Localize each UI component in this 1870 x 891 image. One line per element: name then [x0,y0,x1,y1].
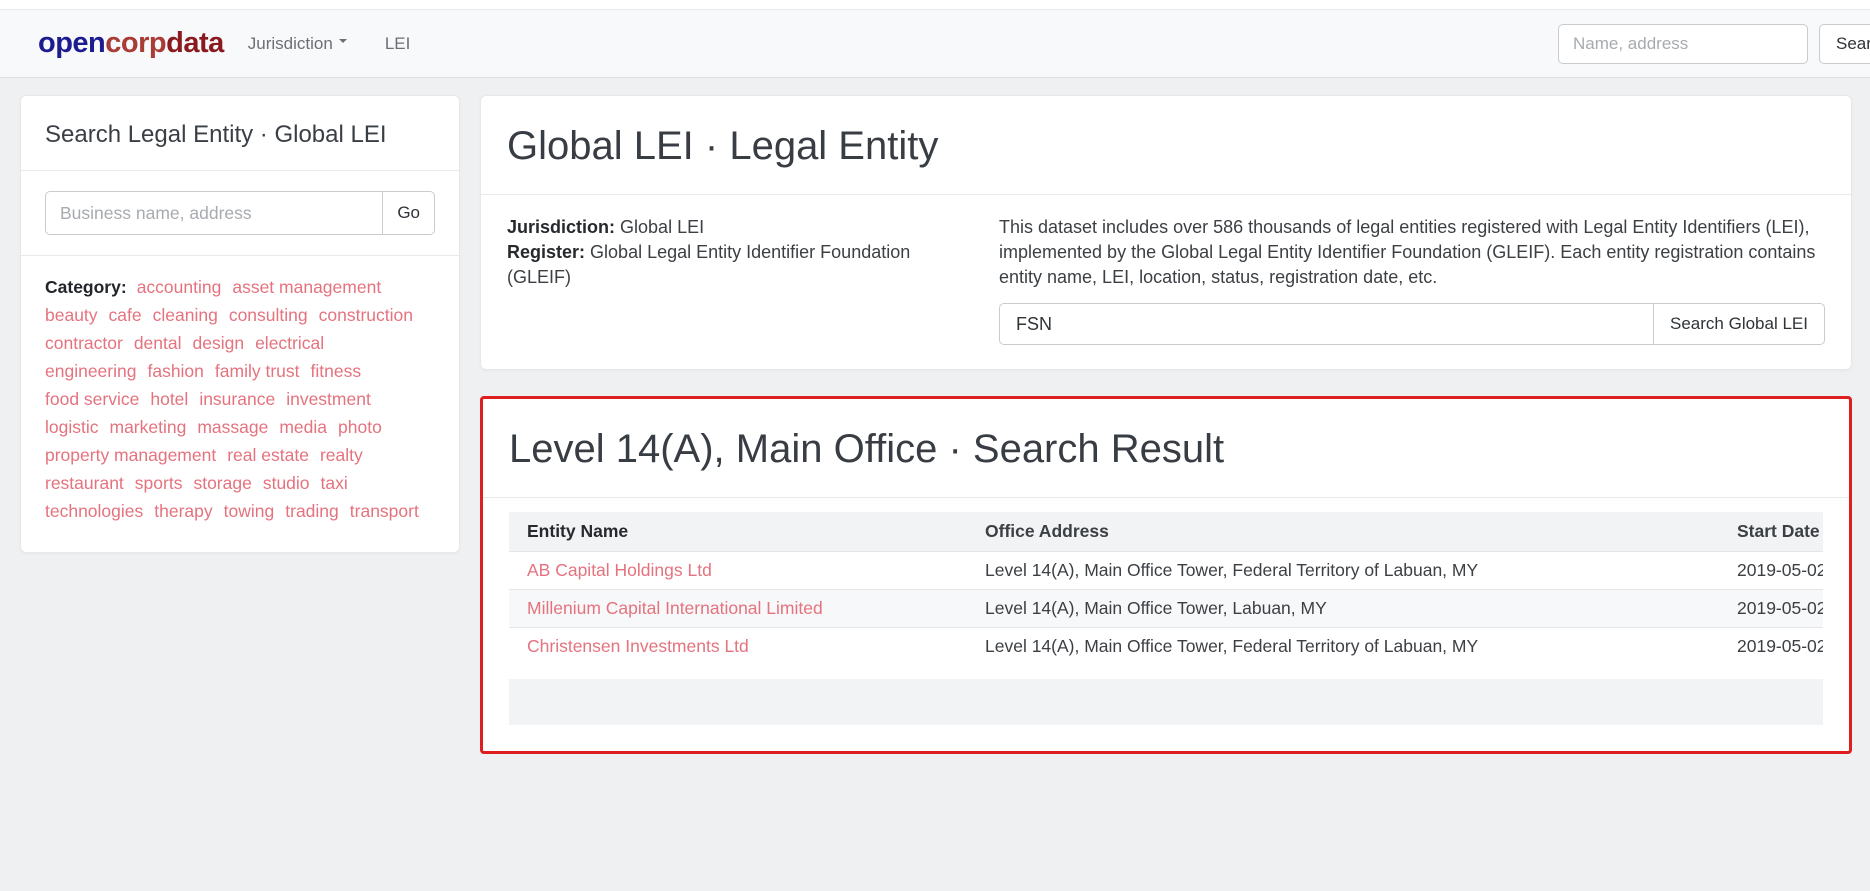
category-list: Category: accounting asset management beaut… [21,256,459,552]
category-link[interactable]: asset management [232,274,381,300]
search-global-lei-button[interactable]: Search Global LEI [1653,303,1825,345]
column-header-office-address: Office Address [985,521,1737,542]
entity-link[interactable]: AB Capital Holdings Ltd [527,560,712,580]
table-row: Millenium Capital International Limited … [509,589,1823,627]
category-link[interactable]: marketing [110,414,187,440]
logo-part-data: data [166,27,224,59]
sidebar-go-button[interactable]: Go [382,191,435,235]
office-address-cell: Level 14(A), Main Office Tower, Federal … [985,636,1737,657]
nav-search-button[interactable]: Search [1819,24,1870,64]
category-link[interactable]: beauty [45,302,98,328]
category-link[interactable]: dental [134,330,182,356]
nav-item-lei[interactable]: LEI [385,34,411,54]
office-address-cell: Level 14(A), Main Office Tower, Federal … [985,560,1737,581]
start-date-cell: 2019-05-02 [1737,636,1823,657]
navbar: opencorpdata Jurisdiction LEI Search [0,10,1870,78]
table-body: AB Capital Holdings Ltd Level 14(A), Mai… [509,551,1823,665]
category-link[interactable]: technologies [45,498,143,524]
category-link[interactable]: restaurant [45,470,124,496]
category-link[interactable]: contractor [45,330,123,356]
category-link[interactable]: electrical [255,330,324,356]
category-link[interactable]: fashion [147,358,203,384]
category-link[interactable]: real estate [227,442,309,468]
nav-links: Jurisdiction LEI [248,34,411,54]
category-link[interactable]: fitness [311,358,362,384]
category-link[interactable]: therapy [154,498,212,524]
dataset-description-col: This dataset includes over 586 thousands… [999,215,1825,345]
nav-item-jurisdiction-label: Jurisdiction [248,34,333,53]
category-link[interactable]: property management [45,442,216,468]
category-link[interactable]: design [193,330,245,356]
results-body: Entity Name Office Address Start Date AB… [483,498,1849,751]
jurisdiction-label: Jurisdiction: [507,217,615,237]
jurisdiction-row: Jurisdiction: Global LEI [507,215,957,240]
table-row: Christensen Investments Ltd Level 14(A),… [509,627,1823,665]
category-link[interactable]: transport [350,498,419,524]
top-strip [0,0,1870,10]
entity-panel: Global LEI · Legal Entity Jurisdiction: … [480,95,1852,370]
table-footer-band [509,679,1823,725]
entity-panel-body: Jurisdiction: Global LEI Register: Globa… [481,195,1851,369]
category-link[interactable]: insurance [199,386,275,412]
jurisdiction-value: Global LEI [620,217,704,237]
category-link[interactable]: engineering [45,358,136,384]
register-row: Register: Global Legal Entity Identifier… [507,240,957,290]
category-link[interactable]: cafe [109,302,142,328]
column-header-entity-name: Entity Name [509,521,985,542]
sidebar-title: Search Legal Entity · Global LEI [45,120,435,150]
category-link[interactable]: sports [135,470,183,496]
category-link[interactable]: cleaning [153,302,218,328]
entity-link[interactable]: Christensen Investments Ltd [527,636,749,656]
nav-search-input[interactable] [1558,24,1808,64]
sidebar-search: Go [21,171,459,256]
office-address-cell: Level 14(A), Main Office Tower, Labuan, … [985,598,1737,619]
start-date-cell: 2019-05-02 [1737,598,1823,619]
category-link[interactable]: food service [45,386,139,412]
table-row: AB Capital Holdings Ltd Level 14(A), Mai… [509,551,1823,589]
table-header-row: Entity Name Office Address Start Date [509,512,1823,551]
category-label: Category: [45,277,127,297]
category-link[interactable]: studio [263,470,310,496]
category-link[interactable]: hotel [150,386,188,412]
category-link[interactable]: family trust [215,358,300,384]
column-header-start-date: Start Date [1737,521,1823,542]
category-link[interactable]: massage [197,414,268,440]
sidebar-panel: Search Legal Entity · Global LEI Go Cate… [20,95,460,553]
category-link[interactable]: towing [224,498,275,524]
category-link[interactable]: accounting [137,274,222,300]
category-link[interactable]: taxi [321,470,348,496]
register-label: Register: [507,242,585,262]
logo-part-corp: corp [105,27,166,59]
search-results-panel: Level 14(A), Main Office · Search Result… [480,396,1852,754]
category-link[interactable]: photo [338,414,382,440]
category-link[interactable]: trading [285,498,339,524]
category-link[interactable]: construction [319,302,413,328]
logo-part-open: open [38,27,105,59]
dataset-description: This dataset includes over 586 thousands… [999,215,1825,290]
category-link[interactable]: storage [193,470,251,496]
category-link[interactable]: logistic [45,414,99,440]
nav-item-jurisdiction[interactable]: Jurisdiction [248,34,347,54]
start-date-cell: 2019-05-02 [1737,560,1823,581]
results-title: Level 14(A), Main Office · Search Result [509,425,1823,473]
entity-panel-header: Global LEI · Legal Entity [481,96,1851,195]
category-link[interactable]: consulting [229,302,308,328]
sidebar-header: Search Legal Entity · Global LEI [21,96,459,171]
category-link[interactable]: media [279,414,327,440]
lei-search-group: Search Global LEI [999,303,1825,345]
caret-down-icon [339,39,347,47]
results-table: Entity Name Office Address Start Date AB… [509,512,1823,665]
entity-panel-title: Global LEI · Legal Entity [507,122,1825,170]
entity-link[interactable]: Millenium Capital International Limited [527,598,823,618]
jurisdiction-info: Jurisdiction: Global LEI Register: Globa… [507,215,957,345]
logo[interactable]: opencorpdata [38,27,224,60]
results-header: Level 14(A), Main Office · Search Result [483,399,1849,498]
category-link[interactable]: realty [320,442,363,468]
category-link[interactable]: investment [286,386,371,412]
sidebar-search-input[interactable] [45,191,382,235]
lei-search-input[interactable] [999,303,1653,345]
